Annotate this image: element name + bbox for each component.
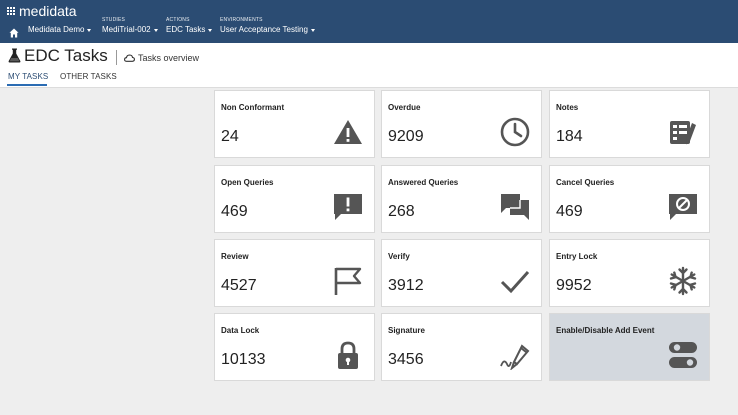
card-label: Verify [388,252,410,261]
task-card-enable-disable-add-event[interactable]: Enable/Disable Add Event [549,313,710,381]
page-header [0,43,738,88]
card-count: 9209 [388,128,424,145]
card-count: 3912 [388,277,424,294]
card-label: Non Conformant [221,103,285,112]
card-label: Entry Lock [556,252,598,261]
warning-icon [334,120,362,144]
nav-caption [28,18,91,23]
active-tab-indicator [7,84,47,86]
flag-icon [334,267,362,295]
card-count: 469 [556,203,583,220]
chevron-down-icon [208,28,213,32]
task-card-review[interactable]: Review 4527 [214,239,375,307]
task-card-notes[interactable]: Notes 184 [549,90,710,158]
chevron-down-icon [153,28,158,32]
chevron-down-icon [87,28,92,32]
nav-value: EDC Tasks [166,25,206,34]
checkmark-icon [500,270,530,294]
cancel-bubble-icon [669,194,697,220]
toggle-switch-icon [669,342,697,368]
title-divider [116,50,117,65]
card-label: Overdue [388,103,421,112]
task-card-open-queries[interactable]: Open Queries 469 [214,165,375,233]
nav-client-division[interactable]: Medidata Demo [28,18,92,34]
card-label: Answered Queries [388,178,459,187]
nav-caption: STUDIES [102,17,126,23]
nav-caption: ACTIONS [166,17,190,23]
card-label: Open Queries [221,178,274,187]
snowflake-icon [669,266,697,296]
top-navigation-bar: medidata Medidata Demo STUDIES MediTrial… [0,0,738,43]
task-card-non-conformant[interactable]: Non Conformant 24 [214,90,375,158]
tasks-overview-link[interactable]: Tasks overview [138,53,199,63]
task-card-answered-queries[interactable]: Answered Queries 268 [381,165,542,233]
card-label: Cancel Queries [556,178,615,187]
app-grid-icon [7,7,15,15]
flask-icon [8,48,21,63]
card-label: Enable/Disable Add Event [556,326,655,335]
home-icon[interactable] [9,28,19,38]
nav-caption: ENVIRONMENTS [220,17,263,23]
card-count: 184 [556,128,583,145]
task-card-data-lock[interactable]: Data Lock 10133 [214,313,375,381]
task-card-signature[interactable]: Signature 3456 [381,313,542,381]
tab-other-tasks[interactable]: OTHER TASKS [60,72,117,81]
notes-icon [670,121,696,145]
tab-my-tasks[interactable]: MY TASKS [8,72,48,81]
task-card-overdue[interactable]: Overdue 9209 [381,90,542,158]
padlock-icon [338,341,358,369]
task-card-verify[interactable]: Verify 3912 [381,239,542,307]
task-card-cancel-queries[interactable]: Cancel Queries 469 [549,165,710,233]
card-count: 268 [388,203,415,220]
nav-value: MediTrial-002 [102,25,151,34]
nav-actions[interactable]: ACTIONS EDC Tasks [166,17,213,34]
chat-bubbles-icon [501,194,529,220]
medidata-logo[interactable]: medidata [7,3,77,19]
card-count: 3456 [388,351,424,368]
card-count: 9952 [556,277,592,294]
exclamation-bubble-icon [334,194,362,220]
page-title: EDC Tasks [24,46,108,65]
card-label: Data Lock [221,326,260,335]
nav-studies[interactable]: STUDIES MediTrial-002 [102,18,158,34]
chevron-down-icon [310,28,315,32]
card-count: 10133 [221,351,266,368]
task-card-entry-lock[interactable]: Entry Lock 9952 [549,239,710,307]
card-label: Review [221,252,249,261]
card-count: 4527 [221,277,257,294]
nav-value: Medidata Demo [28,25,85,34]
card-label: Notes [556,103,579,112]
card-count: 469 [221,203,248,220]
nav-value: User Acceptance Testing [220,25,308,34]
card-label: Signature [388,326,425,335]
nav-environments[interactable]: ENVIRONMENTS User Acceptance Testing [220,18,315,34]
cloud-icon[interactable] [124,54,135,62]
pen-signature-icon [500,344,530,370]
logo-text: medidata [19,3,77,19]
card-count: 24 [221,128,239,145]
clock-icon [500,117,530,147]
